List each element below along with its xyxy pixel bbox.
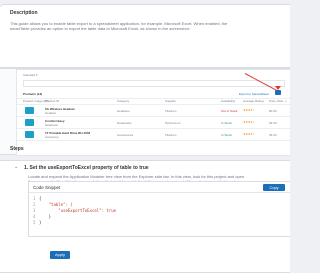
product-category: Accessories [117, 133, 134, 137]
rating-stars: ★★★★☆ [243, 132, 255, 136]
rating-stars: ★★★★☆ [243, 108, 255, 112]
col-header: Category [117, 99, 130, 103]
rating-stars: ★★★★☆ [243, 120, 255, 124]
col-header: Product ID [45, 99, 60, 103]
product-thumbnail [25, 119, 34, 126]
code-snippet-header: Code Snippet Copy [29, 182, 290, 193]
product-supplier: Technocom [165, 121, 181, 125]
availability: In Stock [221, 133, 232, 137]
code-snippet: Code Snippet Copy 1{ 2 "table": { 3 "use… [28, 181, 290, 237]
code-snippet-title: Code Snippet [33, 185, 61, 190]
price: 80.00 [269, 109, 277, 113]
availability: In Stock [221, 121, 232, 125]
steps-heading: Steps [10, 146, 24, 152]
product-thumbnail [25, 131, 34, 138]
price: 45.00 [269, 133, 277, 137]
col-header: Average Rating [243, 99, 264, 103]
product-sub: Accessory [45, 135, 59, 139]
product-supplier: Titanium [165, 133, 177, 137]
apply-button[interactable]: Apply [50, 251, 70, 259]
description-heading: Description [10, 10, 38, 16]
step-title: 1. Set the useExportToExcel property of … [24, 165, 149, 171]
col-header: Supplier [165, 99, 177, 103]
code-line: "table": { [39, 202, 73, 207]
example-screenshot: Standard ▾ Products (13) Export to Sprea… [0, 68, 291, 156]
arrow-head-icon [275, 86, 281, 90]
table-title: Products (13) [23, 92, 43, 96]
price: 92.00 [269, 121, 277, 125]
code-body: 1{ 2 "table": { 3 "useExportToExcel": tr… [33, 196, 117, 225]
code-line: } [39, 220, 42, 225]
product-sub: Headset [45, 111, 57, 115]
col-header: Price (Sub...) [269, 99, 287, 103]
product-supplier: Titanium [165, 109, 177, 113]
screenshot-frame: Standard ▾ Products (13) Export to Sprea… [16, 69, 291, 156]
product-thumbnail [25, 107, 34, 114]
filter-bar [23, 80, 285, 87]
collapse-chevron-icon[interactable]: ⌄ [14, 164, 18, 170]
product-category: Notebooks [117, 121, 132, 125]
export-button-label: Export to Spreadsheet [239, 92, 269, 96]
description-card: Description This guide allows you to ena… [0, 4, 290, 68]
code-line: } [39, 214, 52, 219]
copy-button[interactable]: Copy [263, 184, 285, 191]
description-text-line2: smartTable provides an option to export … [10, 26, 190, 31]
product-category: Headsets [117, 109, 130, 113]
code-line: "useExportToExcel": true [39, 208, 117, 213]
product-sub: Notebook [45, 123, 58, 127]
code-line: { [39, 196, 42, 201]
availability: Out of Stock [221, 109, 238, 113]
variant-label: Standard ▾ [23, 73, 38, 77]
col-header: Availability [221, 99, 236, 103]
